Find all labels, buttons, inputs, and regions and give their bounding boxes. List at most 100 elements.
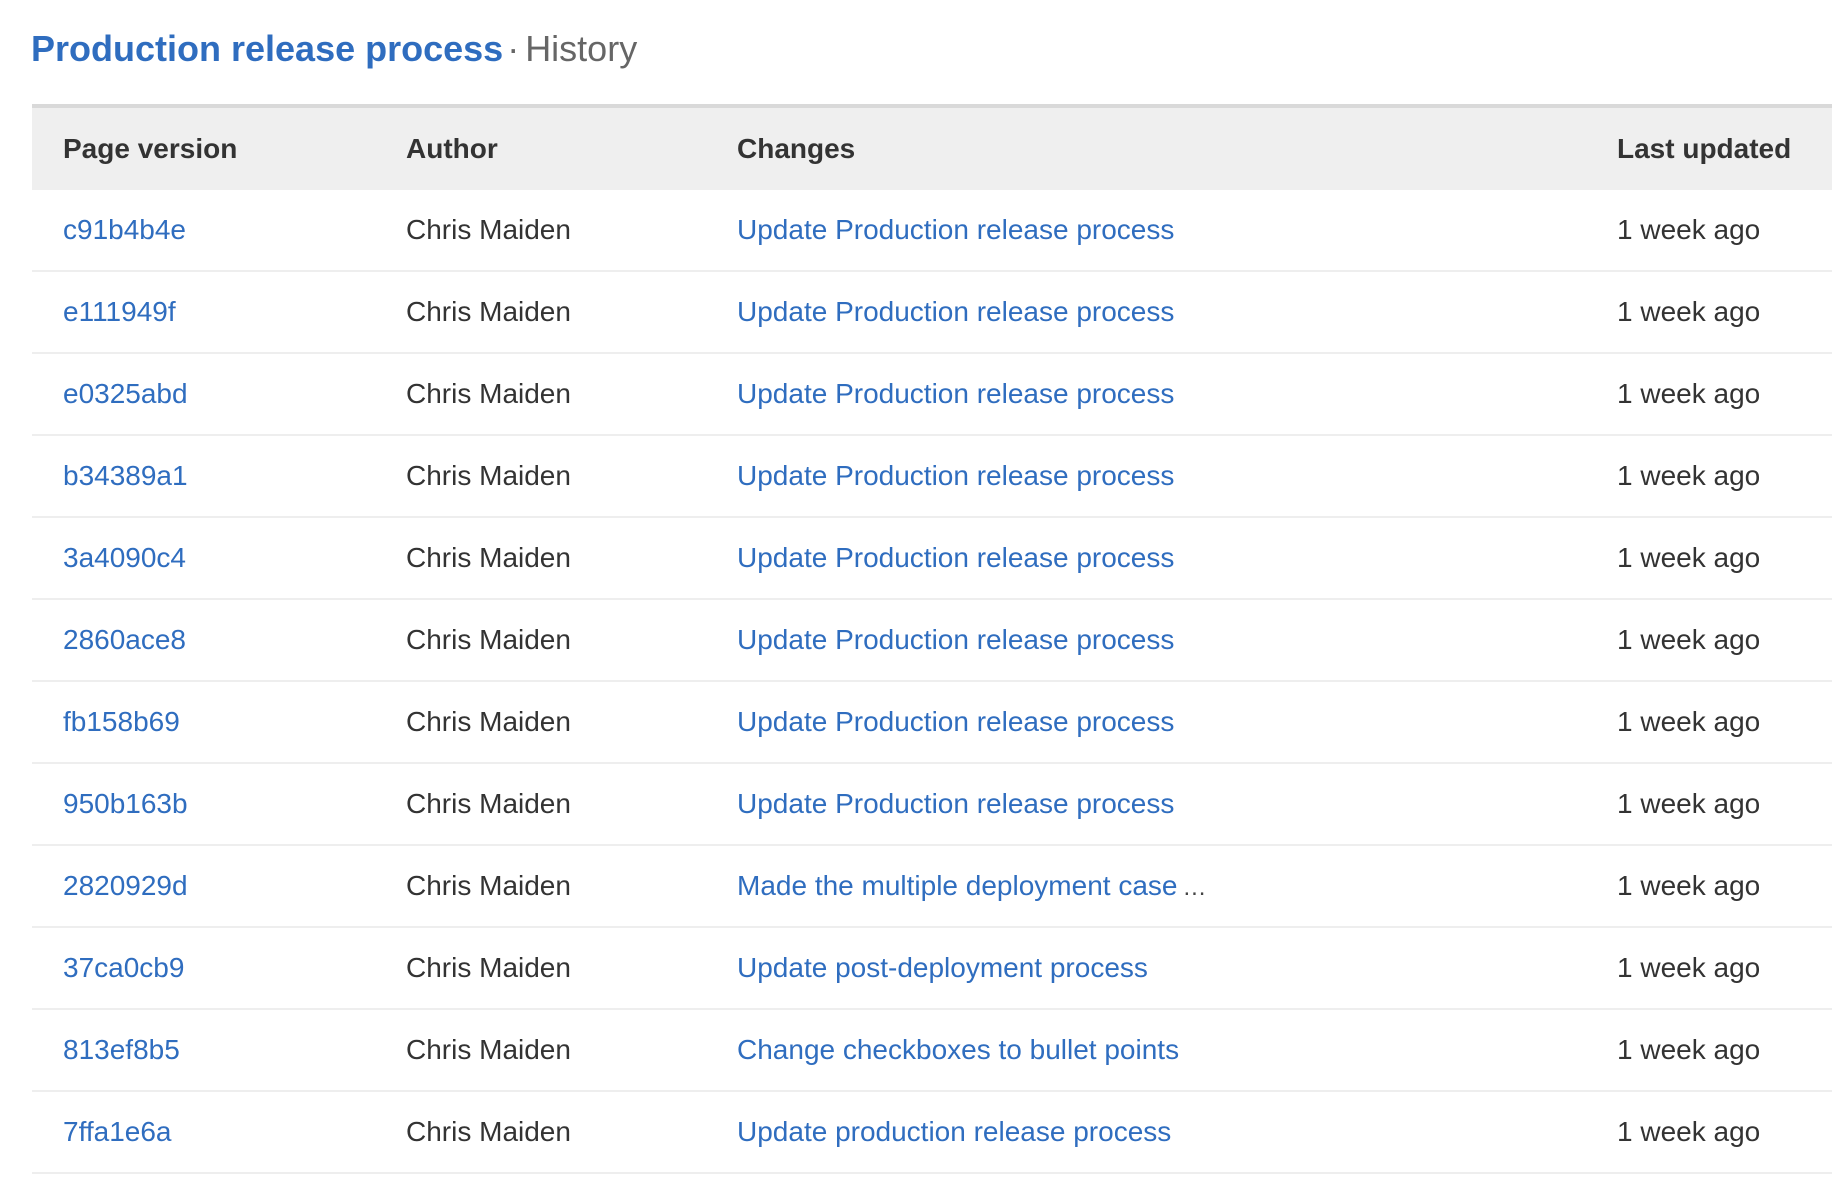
table-row: 7ffa1e6a Chris Maiden Update production re… xyxy=(32,1091,1832,1174)
cell-last-updated: 1 week ago xyxy=(1617,681,1832,764)
table-row: b34389a1 Chris Maiden Update Production re… xyxy=(32,435,1832,518)
author-name: Chris Maiden xyxy=(406,542,571,573)
page-version-link[interactable]: 2820929d xyxy=(32,870,188,902)
cell-changes: Update Production release process xyxy=(737,271,1617,354)
cell-changes: Update Production release process xyxy=(737,763,1617,846)
table-row: 813ef8b5 Chris Maiden Change checkboxes to… xyxy=(32,1009,1832,1092)
change-message-link[interactable]: Update post-deployment process xyxy=(737,952,1148,983)
change-message-link[interactable]: Update Production release process xyxy=(737,624,1174,655)
cell-author: Chris Maiden xyxy=(406,353,737,436)
page-subtitle: History xyxy=(525,28,638,69)
author-name: Chris Maiden xyxy=(406,870,571,901)
column-header-changes: Changes xyxy=(737,106,1617,190)
cell-changes: Update Production release process xyxy=(737,435,1617,518)
cell-page-version: 37ca0cb9 xyxy=(32,927,406,1010)
author-name: Chris Maiden xyxy=(406,952,571,983)
cell-author: Chris Maiden xyxy=(406,435,737,518)
cell-last-updated: 1 week ago xyxy=(1617,1091,1832,1174)
author-name: Chris Maiden xyxy=(406,788,571,819)
page-version-link[interactable]: fb158b69 xyxy=(32,706,180,738)
page-version-link[interactable]: e0325abd xyxy=(32,378,188,410)
author-name: Chris Maiden xyxy=(406,214,571,245)
cell-page-version: fb158b69 xyxy=(32,681,406,764)
last-updated-time: 1 week ago xyxy=(1617,296,1761,327)
change-message-link[interactable]: Update Production release process xyxy=(737,296,1174,327)
change-message-link[interactable]: Made the multiple deployment case xyxy=(737,870,1177,901)
page-version-link[interactable]: 37ca0cb9 xyxy=(32,952,184,984)
cell-changes: Change checkboxes to bullet points xyxy=(737,1009,1617,1092)
cell-changes: Update post-deployment process xyxy=(737,927,1617,1010)
change-message-link[interactable]: Update Production release process xyxy=(737,788,1174,819)
cell-page-version: e111949f xyxy=(32,271,406,354)
table-row: e0325abd Chris Maiden Update Production re… xyxy=(32,353,1832,436)
cell-last-updated: 1 week ago xyxy=(1617,271,1832,354)
cell-last-updated: 1 week ago xyxy=(1617,435,1832,518)
change-message-link[interactable]: Update production release process xyxy=(737,1116,1171,1147)
cell-page-version: 2820929d xyxy=(32,845,406,928)
page-title-link[interactable]: Production release process xyxy=(31,28,503,69)
last-updated-time: 1 week ago xyxy=(1617,870,1761,901)
cell-last-updated: 1 week ago xyxy=(1617,1009,1832,1092)
cell-changes: Update Production release process xyxy=(737,599,1617,682)
change-message-link[interactable]: Change checkboxes to bullet points xyxy=(737,1034,1179,1065)
change-message-link[interactable]: Update Production release process xyxy=(737,214,1174,245)
cell-last-updated: 1 week ago xyxy=(1617,190,1832,272)
cell-author: Chris Maiden xyxy=(406,763,737,846)
last-updated-time: 1 week ago xyxy=(1617,788,1761,819)
last-updated-time: 1 week ago xyxy=(1617,214,1761,245)
cell-page-version: e0325abd xyxy=(32,353,406,436)
cell-page-version: 950b163b xyxy=(32,763,406,846)
cell-last-updated: 1 week ago xyxy=(1617,845,1832,928)
cell-author: Chris Maiden xyxy=(406,271,737,354)
cell-page-version: 7ffa1e6a xyxy=(32,1091,406,1174)
cell-last-updated: 1 week ago xyxy=(1617,599,1832,682)
cell-author: Chris Maiden xyxy=(406,599,737,682)
table-row: 37ca0cb9 Chris Maiden Update post-deployme… xyxy=(32,927,1832,1010)
cell-changes: Update Production release process xyxy=(737,517,1617,600)
last-updated-time: 1 week ago xyxy=(1617,624,1761,655)
author-name: Chris Maiden xyxy=(406,378,571,409)
change-message-link[interactable]: Update Production release process xyxy=(737,542,1174,573)
column-header-page-version: Page version xyxy=(32,106,406,190)
author-name: Chris Maiden xyxy=(406,296,571,327)
last-updated-time: 1 week ago xyxy=(1617,460,1761,491)
author-name: Chris Maiden xyxy=(406,1034,571,1065)
last-updated-time: 1 week ago xyxy=(1617,542,1761,573)
table-header-row: Page version Author Changes Last updated xyxy=(32,106,1832,190)
author-name: Chris Maiden xyxy=(406,706,571,737)
page-version-link[interactable]: 950b163b xyxy=(32,788,188,820)
cell-page-version: c91b4b4e xyxy=(32,190,406,272)
cell-last-updated: 1 week ago xyxy=(1617,517,1832,600)
page-version-link[interactable]: e111949f xyxy=(32,296,176,328)
cell-last-updated: 1 week ago xyxy=(1617,353,1832,436)
last-updated-time: 1 week ago xyxy=(1617,1116,1761,1147)
change-message-link[interactable]: Update Production release process xyxy=(737,378,1174,409)
cell-page-version: b34389a1 xyxy=(32,435,406,518)
cell-author: Chris Maiden xyxy=(406,927,737,1010)
page-version-link[interactable]: 813ef8b5 xyxy=(32,1034,180,1066)
page-version-link[interactable]: 2860ace8 xyxy=(32,624,186,656)
cell-author: Chris Maiden xyxy=(406,1091,737,1174)
cell-page-version: 2860ace8 xyxy=(32,599,406,682)
page-version-link[interactable]: b34389a1 xyxy=(32,460,188,492)
last-updated-time: 1 week ago xyxy=(1617,378,1761,409)
author-name: Chris Maiden xyxy=(406,1116,571,1147)
page-version-link[interactable]: 7ffa1e6a xyxy=(32,1116,172,1148)
page-version-link[interactable]: c91b4b4e xyxy=(32,214,186,246)
history-table-body: c91b4b4e Chris Maiden Update Production re… xyxy=(32,190,1832,1174)
change-message-link[interactable]: Update Production release process xyxy=(737,706,1174,737)
cell-last-updated: 1 week ago xyxy=(1617,763,1832,846)
table-row: 2820929d Chris Maiden Made the multiple de… xyxy=(32,845,1832,928)
expand-message-button[interactable]: ... xyxy=(1177,874,1206,901)
cell-changes: Update Production release process xyxy=(737,190,1617,272)
author-name: Chris Maiden xyxy=(406,624,571,655)
cell-author: Chris Maiden xyxy=(406,517,737,600)
last-updated-time: 1 week ago xyxy=(1617,952,1761,983)
cell-page-version: 813ef8b5 xyxy=(32,1009,406,1092)
cell-page-version: 3a4090c4 xyxy=(32,517,406,600)
last-updated-time: 1 week ago xyxy=(1617,706,1761,737)
table-row: e111949f Chris Maiden Update Production re… xyxy=(32,271,1832,354)
change-message-link[interactable]: Update Production release process xyxy=(737,460,1174,491)
page-version-link[interactable]: 3a4090c4 xyxy=(32,542,186,574)
cell-author: Chris Maiden xyxy=(406,681,737,764)
